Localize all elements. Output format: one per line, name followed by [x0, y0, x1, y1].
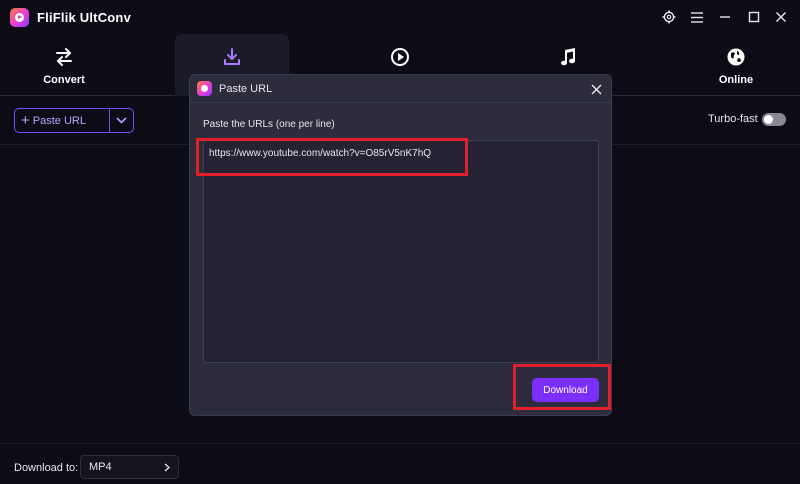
- tab-convert-label: Convert: [43, 74, 85, 86]
- chevron-down-icon: [116, 117, 127, 124]
- chevron-right-icon: [164, 463, 170, 471]
- tab-online[interactable]: Online: [686, 34, 786, 96]
- format-select[interactable]: MP4: [80, 455, 179, 479]
- close-window-icon[interactable]: [772, 8, 790, 26]
- format-value: MP4: [89, 461, 112, 473]
- minimize-icon[interactable]: [716, 8, 734, 26]
- download-icon: [222, 46, 242, 68]
- turbo-fast-toggle[interactable]: [762, 113, 786, 126]
- app-logo-icon: [10, 8, 29, 27]
- download-highlight-box: [513, 364, 611, 410]
- app-title: FliFlik UltConv: [37, 10, 131, 25]
- url-highlight-box: [196, 138, 468, 176]
- dialog-title: Paste URL: [219, 83, 273, 95]
- globe-icon: [726, 46, 746, 68]
- bottom-bar: Download to: MP4: [0, 443, 800, 484]
- paste-url-dropdown[interactable]: [110, 109, 133, 132]
- turbo-fast-label: Turbo-fast: [708, 113, 758, 125]
- dialog-instruction: Paste the URLs (one per line): [203, 119, 335, 130]
- paste-url-button[interactable]: + Paste URL: [15, 109, 110, 132]
- paste-url-label: Paste URL: [32, 114, 86, 127]
- music-note-icon: [559, 46, 577, 68]
- tab-convert[interactable]: Convert: [0, 34, 128, 96]
- dialog-header: Paste URL: [190, 75, 611, 103]
- play-circle-icon: [390, 46, 410, 68]
- title-bar: FliFlik UltConv: [0, 0, 800, 34]
- plus-icon: +: [21, 112, 30, 129]
- dialog-close-icon[interactable]: [587, 80, 605, 98]
- maximize-icon[interactable]: [745, 8, 763, 26]
- paste-url-dialog: Paste URL Paste the URLs (one per line) …: [189, 74, 612, 416]
- paste-url-split-button: + Paste URL: [14, 108, 134, 133]
- settings-gear-icon[interactable]: [660, 8, 678, 26]
- download-to-label: Download to:: [14, 462, 79, 474]
- dialog-logo-icon: [197, 81, 212, 96]
- tab-online-label: Online: [718, 74, 754, 86]
- menu-icon[interactable]: [688, 8, 706, 26]
- convert-arrows-icon: [54, 46, 74, 68]
